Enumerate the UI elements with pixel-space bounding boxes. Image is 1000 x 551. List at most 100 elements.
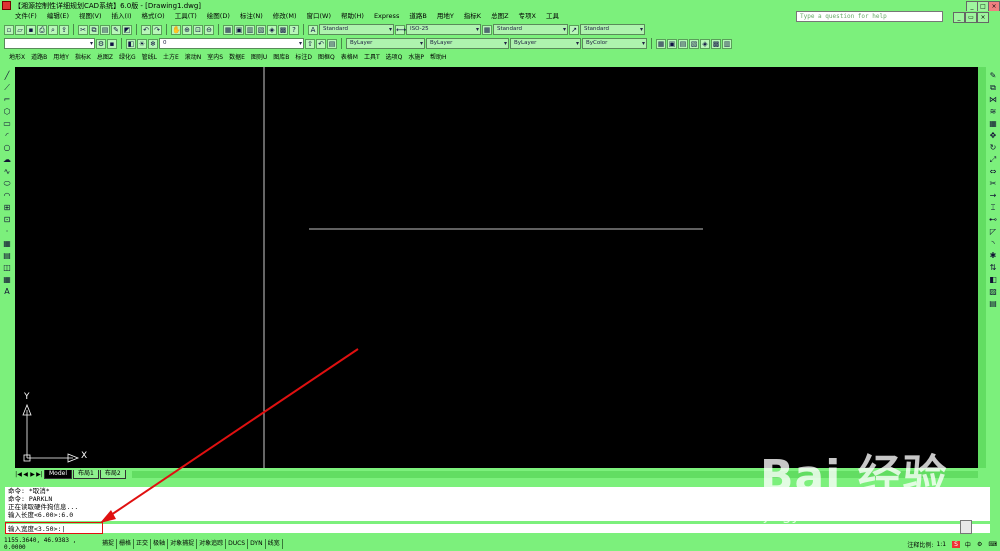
menu2-indoor[interactable]: 室内S <box>204 52 226 63</box>
line-icon[interactable]: ╱ <box>2 71 12 81</box>
open-icon[interactable]: ▱ <box>15 24 25 35</box>
break-icon[interactable]: ⌶ <box>988 203 998 213</box>
tab-first-button[interactable]: |◀ <box>15 471 22 478</box>
array-icon[interactable]: ▦ <box>988 119 998 129</box>
tray-icon[interactable]: ⚙ <box>974 541 985 548</box>
menu-help[interactable]: 帮助(H) <box>336 11 369 22</box>
layer-manager-icon[interactable]: ◧ <box>126 38 136 49</box>
offset-icon[interactable]: ≋ <box>988 107 998 117</box>
menu-special[interactable]: 专项X <box>514 11 541 22</box>
table-icon[interactable]: ▦ <box>2 275 12 285</box>
block-editor-icon[interactable]: ◩ <box>122 24 132 35</box>
pan-icon[interactable]: ✋ <box>171 24 181 35</box>
menu-road[interactable]: 道路B <box>404 11 431 22</box>
copy-clip-icon[interactable]: ⧉ <box>89 24 99 35</box>
linetype-select[interactable]: ByLayer <box>426 38 509 49</box>
layer-icon[interactable]: ◧ <box>988 275 998 285</box>
menu-view[interactable]: 视图(V) <box>74 11 107 22</box>
arc-icon[interactable]: ◜ <box>2 131 12 141</box>
layer-freeze-icon[interactable]: ❄ <box>148 38 158 49</box>
tool-palette-icon[interactable]: ▥ <box>245 24 255 35</box>
menu-index[interactable]: 指标K <box>459 11 486 22</box>
design-center-icon[interactable]: ▣ <box>234 24 244 35</box>
make-current-icon[interactable]: ⇧ <box>305 38 315 49</box>
ortho-toggle[interactable]: 正交 <box>134 539 152 549</box>
plot-icon[interactable]: ⎙ <box>37 24 47 35</box>
menu-dimension[interactable]: 标注(N) <box>235 11 268 22</box>
menu-express[interactable]: Express <box>369 11 404 22</box>
menu-modify[interactable]: 修改(M) <box>268 11 302 22</box>
mleader-style-select[interactable]: Standard <box>580 24 645 35</box>
mirror-icon[interactable]: ⋈ <box>988 95 998 105</box>
polar-toggle[interactable]: 极轴 <box>151 539 169 549</box>
color-select[interactable]: ByLayer <box>346 38 425 49</box>
tray-icon[interactable]: 中 <box>962 540 974 549</box>
menu-landuse[interactable]: 用地Y <box>432 11 459 22</box>
paste-icon[interactable]: ▤ <box>100 24 110 35</box>
drawing-canvas[interactable]: Y X <box>15 67 978 468</box>
menu2-drawing-rule[interactable]: 图则U <box>248 52 270 63</box>
match-icon[interactable]: ▨ <box>988 287 998 297</box>
tab-model[interactable]: Model <box>44 469 73 479</box>
layer-on-icon[interactable]: ☀ <box>137 38 147 49</box>
fillet-icon[interactable]: ◝ <box>988 239 998 249</box>
match-prop-icon[interactable]: ✎ <box>111 24 121 35</box>
dim-style-icon[interactable]: ⟷ <box>395 24 406 35</box>
help-search-input[interactable]: Type a question for help <box>796 11 943 22</box>
table-style-icon[interactable]: ▦ <box>482 24 492 35</box>
quickcalc-icon[interactable]: ▩ <box>278 24 288 35</box>
otrack-toggle[interactable]: 对象追踪 <box>197 539 227 549</box>
cut-icon[interactable]: ✂ <box>78 24 88 35</box>
osnap-toggle[interactable]: 对象捕捉 <box>168 539 198 549</box>
menu2-frame[interactable]: 图框Q <box>315 52 338 63</box>
ellipse-arc-icon[interactable]: ◠ <box>2 191 12 201</box>
menu2-options[interactable]: 选项Q <box>383 52 406 63</box>
layer-previous-icon[interactable]: ↶ <box>316 38 326 49</box>
menu-window[interactable]: 窗口(W) <box>301 11 336 22</box>
mleader-style-icon[interactable]: ↗ <box>569 24 579 35</box>
polygon-icon[interactable]: ⬡ <box>2 107 12 117</box>
region-icon[interactable]: ◫ <box>2 263 12 273</box>
workspace-save-icon[interactable]: ▪ <box>107 38 117 49</box>
ducs-toggle[interactable]: DUCS <box>226 539 249 549</box>
extra-tool-7-icon[interactable]: ▥ <box>722 38 732 49</box>
save-icon[interactable]: ▪ <box>26 24 36 35</box>
tray-icon[interactable]: ⌨ <box>985 541 1000 548</box>
menu2-data[interactable]: 数据E <box>226 52 248 63</box>
menu-format[interactable]: 格式(O) <box>137 11 170 22</box>
zoom-window-icon[interactable]: ⊡ <box>193 24 203 35</box>
menu2-landuse[interactable]: 用地Y <box>50 52 72 63</box>
help-icon[interactable]: ? <box>289 24 299 35</box>
menu2-help[interactable]: 帮助H <box>427 52 450 63</box>
menu-file[interactable]: 文件(F) <box>10 11 42 22</box>
menu2-green[interactable]: 绿化G <box>116 52 139 63</box>
dim-style-select[interactable]: ISO-25 <box>406 24 481 35</box>
tab-next-button[interactable]: ▶ <box>29 471 36 478</box>
stretch-icon[interactable]: ⇔ <box>988 167 998 177</box>
move-icon[interactable]: ✥ <box>988 131 998 141</box>
draworder-icon[interactable]: ⇅ <box>988 263 998 273</box>
polyline-icon[interactable]: ⌐ <box>2 95 12 105</box>
menu-sitemap[interactable]: 总图Z <box>486 11 513 22</box>
grid-toggle[interactable]: 栅格 <box>117 539 135 549</box>
rectangle-icon[interactable]: ▭ <box>2 119 12 129</box>
lineweight-toggle[interactable]: 线宽 <box>266 539 283 549</box>
mtext-icon[interactable]: A <box>2 287 12 297</box>
menu-draw[interactable]: 绘图(D) <box>202 11 235 22</box>
properties-icon[interactable]: ▤ <box>988 299 998 309</box>
menu-tools[interactable]: 工具(T) <box>170 11 202 22</box>
menu-tools2[interactable]: 工具 <box>541 11 564 22</box>
gradient-icon[interactable]: ▤ <box>2 251 12 261</box>
input-method-icon[interactable]: S <box>952 540 960 548</box>
doc-minimize-button[interactable]: _ <box>953 12 965 23</box>
text-style-select[interactable]: Standard <box>319 24 394 35</box>
markup-icon[interactable]: ◈ <box>267 24 277 35</box>
layer-select[interactable]: 0 <box>159 38 304 49</box>
extra-tool-5-icon[interactable]: ◈ <box>700 38 710 49</box>
menu2-tools[interactable]: 工具T <box>361 52 383 63</box>
join-icon[interactable]: ⊷ <box>988 215 998 225</box>
scale-icon[interactable]: ⤢ <box>988 155 998 165</box>
menu2-terrain[interactable]: 地形X <box>6 52 28 63</box>
text-style-icon[interactable]: A <box>308 24 318 35</box>
plotstyle-select[interactable]: ByColor <box>582 38 647 49</box>
